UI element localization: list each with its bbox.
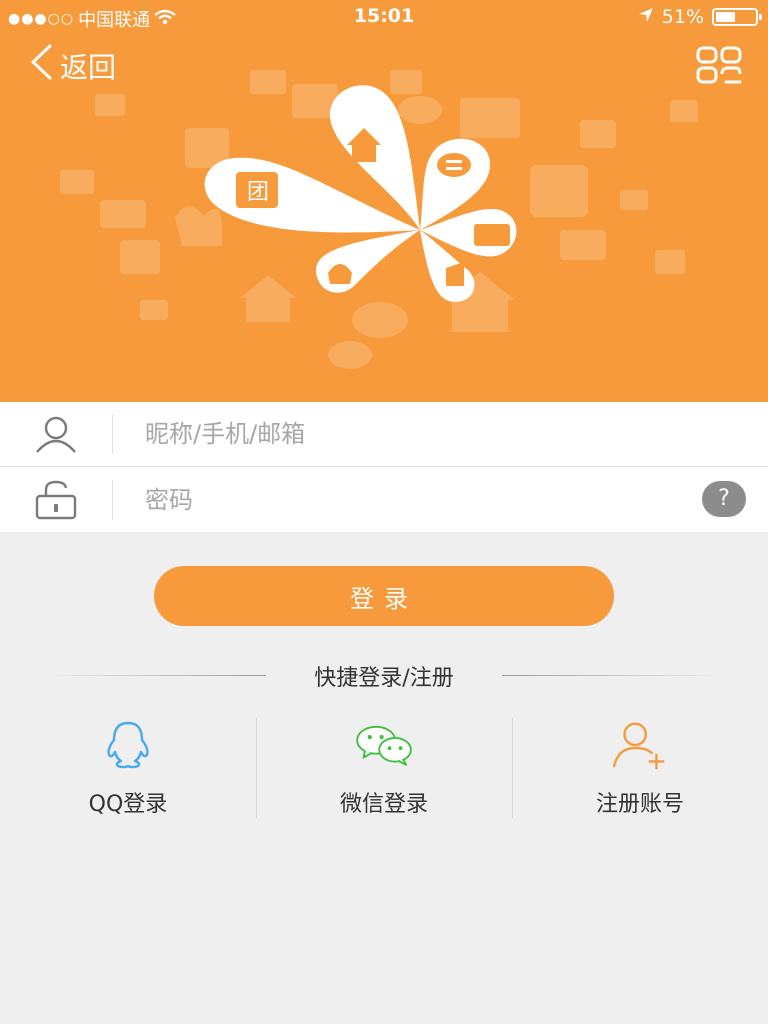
- option-separator: [256, 718, 257, 818]
- wechat-icon: [354, 718, 414, 772]
- password-input[interactable]: [113, 467, 768, 532]
- option-separator: [512, 718, 513, 818]
- lock-icon: [0, 467, 112, 532]
- hero-banner: ●●●○○ 中国联通 15:01 51% 返回 团: [0, 0, 768, 402]
- register-account-label: 注册账号: [595, 792, 684, 817]
- wechat-login-button[interactable]: 微信登录: [256, 718, 512, 818]
- register-account-button[interactable]: 注册账号: [512, 718, 768, 818]
- username-row: [0, 401, 768, 467]
- username-input[interactable]: [113, 401, 768, 467]
- hero-illustration: 团: [60, 70, 698, 369]
- login-button[interactable]: 登录: [154, 566, 614, 626]
- quick-login-options: QQ登录 微信登录 注册账号: [0, 718, 768, 818]
- quick-login-divider: 快捷登录/注册: [40, 660, 728, 691]
- status-bar: ●●●○○ 中国联通 15:01 51%: [0, 0, 768, 34]
- qq-login-button[interactable]: QQ登录: [0, 718, 256, 818]
- user-icon: [0, 402, 112, 467]
- wechat-login-label: 微信登录: [339, 792, 428, 817]
- quick-login-title: 快捷登录/注册: [314, 666, 454, 691]
- qq-icon: [98, 718, 158, 772]
- add-user-icon: [610, 718, 670, 772]
- illustration-badge: 团: [247, 180, 269, 205]
- help-icon[interactable]: ?: [702, 481, 746, 517]
- password-row: ?: [0, 467, 768, 532]
- divider-line-right: [502, 675, 728, 676]
- login-form: ?: [0, 401, 768, 532]
- location-arrow-icon: [638, 7, 654, 28]
- qq-login-label: QQ登录: [88, 792, 168, 817]
- battery-icon: [712, 8, 762, 26]
- battery-percent: 51%: [661, 6, 704, 28]
- status-right: 51%: [638, 6, 762, 28]
